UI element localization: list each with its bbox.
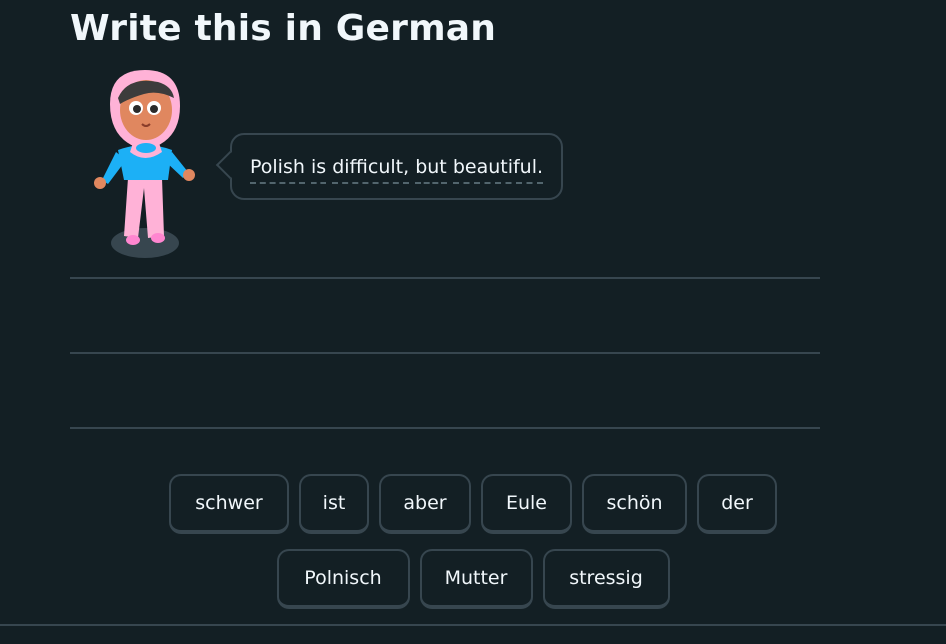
- word-bank-row-1: schwer ist aber Eule schön der: [0, 474, 946, 534]
- footer-divider: [0, 624, 946, 626]
- prompt-word[interactable]: but: [415, 155, 447, 184]
- answer-line-2[interactable]: [70, 352, 820, 354]
- word-tile[interactable]: aber: [379, 474, 471, 534]
- word-tile[interactable]: ist: [299, 474, 369, 534]
- word-tile[interactable]: schwer: [169, 474, 289, 534]
- prompt-word[interactable]: is: [310, 155, 327, 184]
- word-tile[interactable]: der: [697, 474, 777, 534]
- prompt-word[interactable]: difficult,: [332, 155, 410, 184]
- word-tile[interactable]: schön: [582, 474, 687, 534]
- answer-line-1[interactable]: [70, 277, 820, 279]
- word-tile[interactable]: Mutter: [419, 549, 533, 609]
- speech-bubble: Polish is difficult, but beautiful.: [215, 133, 564, 200]
- prompt-word[interactable]: beautiful.: [452, 155, 544, 184]
- prompt-sentence: Polish is difficult, but beautiful.: [250, 155, 544, 184]
- word-tile[interactable]: Eule: [481, 474, 572, 534]
- exercise-screen: Write this in German Polish is difficult…: [0, 0, 946, 644]
- page-title: Write this in German: [70, 8, 497, 49]
- character-illustration: [88, 68, 208, 268]
- answer-line-3[interactable]: [70, 427, 820, 429]
- word-tile[interactable]: Polnisch: [276, 549, 410, 609]
- speech-bubble-tail: [215, 150, 245, 180]
- prompt-word[interactable]: Polish: [250, 155, 305, 184]
- word-bank-row-2: Polnisch Mutter stressig: [0, 549, 946, 609]
- word-tile[interactable]: stressig: [542, 549, 670, 609]
